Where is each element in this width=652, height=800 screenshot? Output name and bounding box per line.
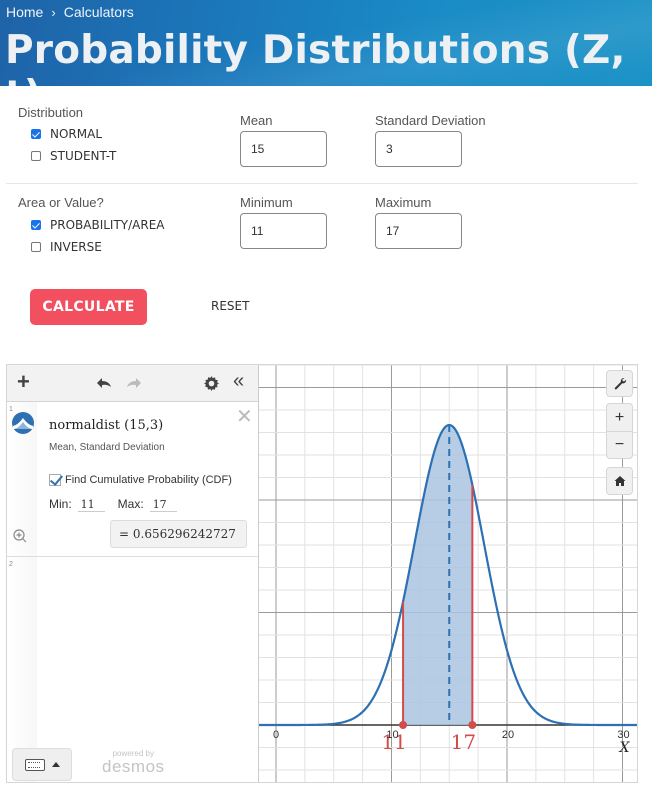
zoom-out-button[interactable]: −	[606, 431, 633, 459]
powered-by-desmos: powered by desmos	[102, 749, 165, 776]
option-student-t-label: STUDENT-T	[50, 149, 117, 163]
checkbox-probability-area[interactable]	[31, 220, 41, 230]
home-button[interactable]	[606, 467, 633, 495]
min-input[interactable]: 11	[77, 498, 105, 512]
home-icon	[614, 476, 625, 486]
gear-icon[interactable]	[204, 376, 219, 391]
cdf-checkbox[interactable]	[49, 474, 61, 486]
mean-label: Mean	[240, 113, 273, 128]
double-chevron-left-icon[interactable]: «	[233, 370, 244, 393]
zoom-in-icon: +	[614, 408, 625, 426]
expression-number: 2	[9, 561, 13, 568]
undo-icon[interactable]	[95, 377, 113, 389]
desmos-logo: desmos	[102, 757, 165, 776]
min-max-row: Min: 11 Max: 17	[49, 497, 190, 512]
minimum-label: Minimum	[240, 195, 293, 210]
caret-up-icon	[51, 762, 60, 767]
expression-list: + « 1 normaldist (15,3) Mean, Standard D…	[7, 365, 259, 782]
option-inverse[interactable]: INVERSE	[31, 240, 102, 254]
option-normal[interactable]: NORMAL	[31, 127, 102, 141]
std-dev-input[interactable]: 3	[375, 131, 462, 167]
redo-icon[interactable]	[125, 377, 143, 389]
keyboard-toggle-button[interactable]	[12, 748, 72, 781]
keyboard-icon	[24, 758, 45, 771]
expression-item[interactable]: 1 normaldist (15,3) Mean, Standard Devia…	[7, 402, 258, 557]
option-probability-area-label: PROBABILITY/AREA	[50, 218, 165, 232]
std-dev-label: Standard Deviation	[375, 113, 486, 128]
mean-input[interactable]: 15	[240, 131, 327, 167]
option-normal-label: NORMAL	[50, 127, 103, 141]
bound-label: 17	[451, 730, 476, 754]
maximum-label: Maximum	[375, 195, 432, 210]
x-tick-label: 0	[273, 729, 279, 741]
expression-title: normaldist (15,3)	[49, 418, 164, 433]
desmos-calculator: 11 17 0 10 20 30 X + − + « 1 normaldist (15,3)	[6, 364, 638, 783]
expression-subtitle: Mean, Standard Deviation	[49, 442, 165, 453]
wrench-icon[interactable]	[606, 370, 633, 397]
breadcrumb-home[interactable]: Home	[6, 4, 43, 20]
option-inverse-label: INVERSE	[50, 240, 102, 254]
expression-toolbar: + «	[7, 365, 258, 402]
max-input[interactable]: 17	[149, 498, 177, 512]
area-or-value-label: Area or Value?	[18, 195, 104, 210]
distribution-label: Distribution	[18, 105, 84, 120]
cdf-result: = 0.656296242727	[110, 520, 247, 548]
page-header: Home › Calculators Probability Distribut…	[0, 0, 652, 86]
close-icon[interactable]: ✕	[236, 404, 253, 429]
minimum-input[interactable]: 11	[240, 213, 327, 249]
cdf-option[interactable]: Find Cumulative Probability (CDF)	[49, 474, 232, 486]
form-divider	[6, 183, 638, 184]
maximum-input[interactable]: 17	[375, 213, 462, 249]
checkbox-inverse[interactable]	[31, 242, 41, 252]
x-tick-label: 10	[386, 729, 398, 741]
reset-button[interactable]: RESET	[211, 299, 249, 313]
checkbox-student-t[interactable]	[31, 151, 41, 161]
option-student-t[interactable]: STUDENT-T	[31, 149, 116, 163]
expression-item-empty[interactable]: 2	[7, 557, 258, 592]
checkbox-normal[interactable]	[31, 129, 41, 139]
x-tick-label: 20	[502, 729, 514, 741]
bound-point	[468, 721, 477, 729]
zoom-to-fit-icon[interactable]	[13, 529, 27, 543]
breadcrumb-calculators[interactable]: Calculators	[64, 4, 134, 20]
x-axis-label: X	[619, 740, 631, 756]
bound-point	[399, 721, 408, 729]
option-probability-area[interactable]: PROBABILITY/AREA	[31, 218, 165, 232]
plus-icon[interactable]: +	[17, 369, 30, 395]
zoom-in-button[interactable]: +	[606, 403, 633, 431]
zoom-out-icon: −	[614, 436, 625, 453]
calculate-button[interactable]: CALCULATE	[30, 289, 147, 325]
max-label: Max:	[117, 497, 144, 511]
breadcrumb-separator: ›	[51, 4, 56, 20]
min-label: Min:	[49, 497, 72, 511]
breadcrumb: Home › Calculators	[6, 4, 134, 20]
page-title: Probability Distributions (Z, t)	[5, 28, 626, 86]
normal-distribution-icon	[12, 412, 34, 434]
cdf-label: Find Cumulative Probability (CDF)	[65, 474, 232, 486]
